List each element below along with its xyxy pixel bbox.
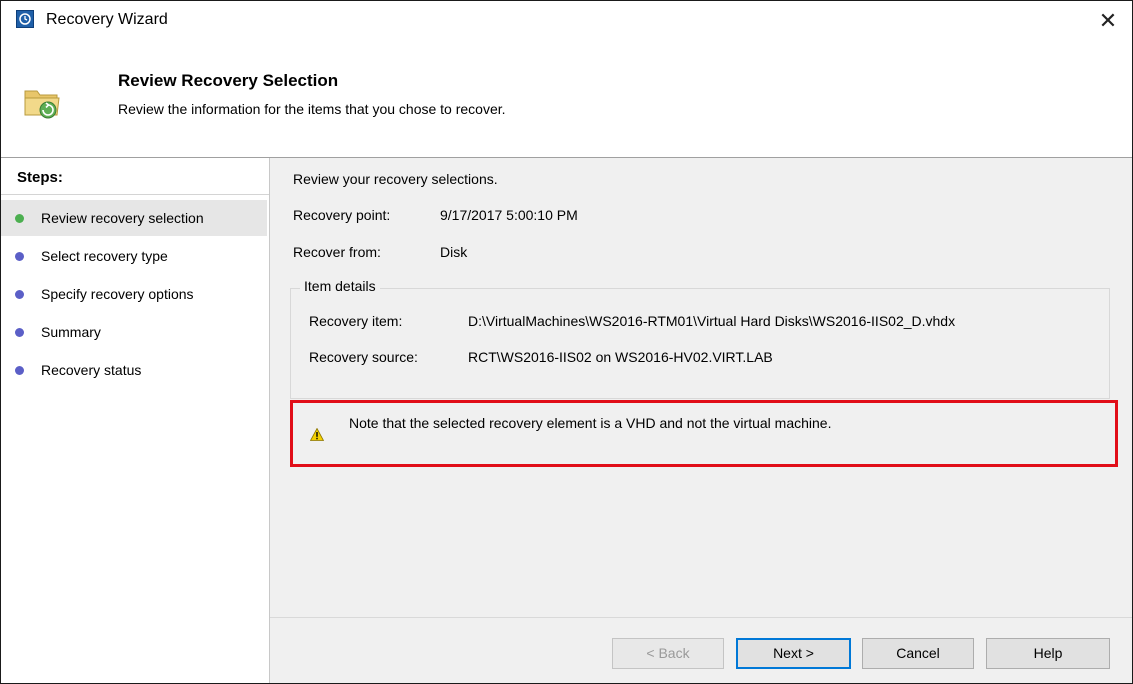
item-details-legend: Item details [300, 278, 380, 294]
step-label: Select recovery type [41, 248, 168, 264]
step-label: Recovery status [41, 362, 142, 378]
steps-pane: Steps: Review recovery selection Select … [1, 158, 270, 683]
step-review-recovery-selection[interactable]: Review recovery selection [1, 200, 267, 236]
folder-restore-icon [21, 83, 63, 125]
page-title: Review Recovery Selection [118, 71, 339, 90]
step-label: Summary [41, 324, 101, 340]
recovery-point-label: Recovery point: [293, 207, 391, 223]
recovery-source-label: Recovery source: [309, 349, 418, 365]
next-button[interactable]: Next > [736, 638, 851, 669]
step-summary[interactable]: Summary [1, 314, 267, 350]
window-title: Recovery Wizard [46, 11, 168, 28]
recover-from-value: Disk [440, 244, 468, 260]
step-label: Specify recovery options [41, 286, 194, 302]
step-select-recovery-type[interactable]: Select recovery type [1, 238, 267, 274]
title-bar: Recovery Wizard ✕ [1, 1, 1132, 41]
step-recovery-status[interactable]: Recovery status [1, 352, 267, 388]
recovery-item-value: D:\VirtualMachines\WS2016-RTM01\Virtual … [468, 313, 956, 329]
warning-message: Note that the selected recovery element … [349, 415, 832, 431]
step-status-dot [15, 328, 24, 337]
help-button[interactable]: Help [986, 638, 1110, 669]
steps-title: Steps: [1, 158, 269, 195]
recovery-wizard-window: Recovery Wizard ✕ Review Recovery Select… [0, 0, 1133, 684]
backup-clock-icon [16, 10, 34, 28]
step-specify-recovery-options[interactable]: Specify recovery options [1, 276, 267, 312]
wizard-header: Review Recovery Selection Review the inf… [1, 41, 1132, 155]
page-subtitle: Review the information for the items tha… [118, 101, 506, 117]
step-status-dot [15, 290, 24, 299]
recovery-item-label: Recovery item: [309, 313, 403, 329]
recovery-source-value: RCT\WS2016-IIS02 on WS2016-HV02.VIRT.LAB [468, 349, 773, 365]
recover-from-label: Recover from: [293, 244, 381, 260]
back-button[interactable]: < Back [612, 638, 724, 669]
step-label: Review recovery selection [41, 210, 204, 226]
intro-text: Review your recovery selections. [293, 171, 498, 187]
steps-title-label: Steps: [17, 169, 63, 186]
footer-divider [270, 617, 1132, 618]
item-details-group [290, 288, 1110, 399]
recovery-point-value: 9/17/2017 5:00:10 PM [440, 207, 578, 223]
step-status-dot [15, 366, 24, 375]
step-status-dot [15, 214, 24, 223]
warning-highlight-box [290, 400, 1118, 467]
step-status-dot [15, 252, 24, 261]
close-button[interactable]: ✕ [1090, 3, 1126, 39]
warning-icon [309, 427, 325, 445]
cancel-button[interactable]: Cancel [862, 638, 974, 669]
content-pane: Review your recovery selections. Recover… [270, 158, 1132, 683]
